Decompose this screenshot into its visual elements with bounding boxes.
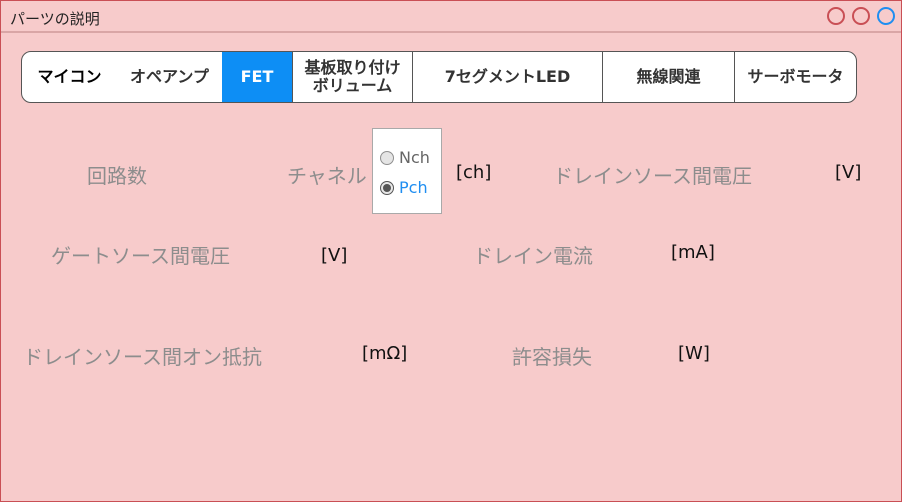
maximize-button[interactable]: [852, 7, 870, 25]
minimize-button[interactable]: [827, 7, 845, 25]
parts-description-window: パーツの説明 マイコン オペアンプ FET 基板取り付け ボリューム 7セグメン…: [0, 0, 902, 502]
tab-fet[interactable]: FET: [222, 52, 292, 102]
circuit-count-label: 回路数: [87, 164, 147, 188]
drain-current-label: ドレイン電流: [473, 244, 593, 268]
drain-current-unit: [mA]: [671, 242, 715, 263]
pch-radio-label: Pch: [399, 178, 428, 197]
channel-radio-group: Nch Pch: [372, 128, 442, 214]
nch-radio-label: Nch: [399, 148, 430, 167]
channel-label: チャネル: [287, 164, 367, 188]
channel-option-nch[interactable]: Nch: [380, 148, 430, 167]
gate-source-voltage-unit: [V]: [321, 245, 348, 266]
on-resistance-label: ドレインソース間オン抵抗: [23, 345, 262, 369]
channel-option-pch[interactable]: Pch: [380, 178, 428, 197]
channel-unit: [ch]: [456, 162, 492, 183]
parts-tab-bar: マイコン オペアンプ FET 基板取り付け ボリューム 7セグメントLED 無線…: [21, 51, 857, 103]
power-dissipation-unit: [W]: [678, 343, 710, 364]
nch-radio-icon[interactable]: [380, 150, 394, 165]
close-button[interactable]: [877, 7, 895, 25]
window-title: パーツの説明: [10, 10, 100, 28]
tab-board-volume[interactable]: 基板取り付け ボリューム: [292, 52, 412, 102]
on-resistance-unit: [mΩ]: [362, 343, 408, 364]
title-bar: パーツの説明: [1, 1, 901, 33]
gate-source-voltage-label: ゲートソース間電圧: [51, 244, 230, 268]
pch-radio-icon[interactable]: [380, 180, 394, 195]
drain-source-voltage-unit: [V]: [835, 162, 862, 183]
tab-opamp[interactable]: オペアンプ: [117, 52, 222, 102]
tab-wireless[interactable]: 無線関連: [602, 52, 734, 102]
power-dissipation-label: 許容損失: [512, 345, 592, 369]
tab-7segment-led[interactable]: 7セグメントLED: [412, 52, 602, 102]
drain-source-voltage-label: ドレインソース間電圧: [553, 164, 752, 188]
tab-microcontroller[interactable]: マイコン: [22, 52, 117, 102]
tab-servo-motor[interactable]: サーボモータ: [734, 52, 856, 102]
